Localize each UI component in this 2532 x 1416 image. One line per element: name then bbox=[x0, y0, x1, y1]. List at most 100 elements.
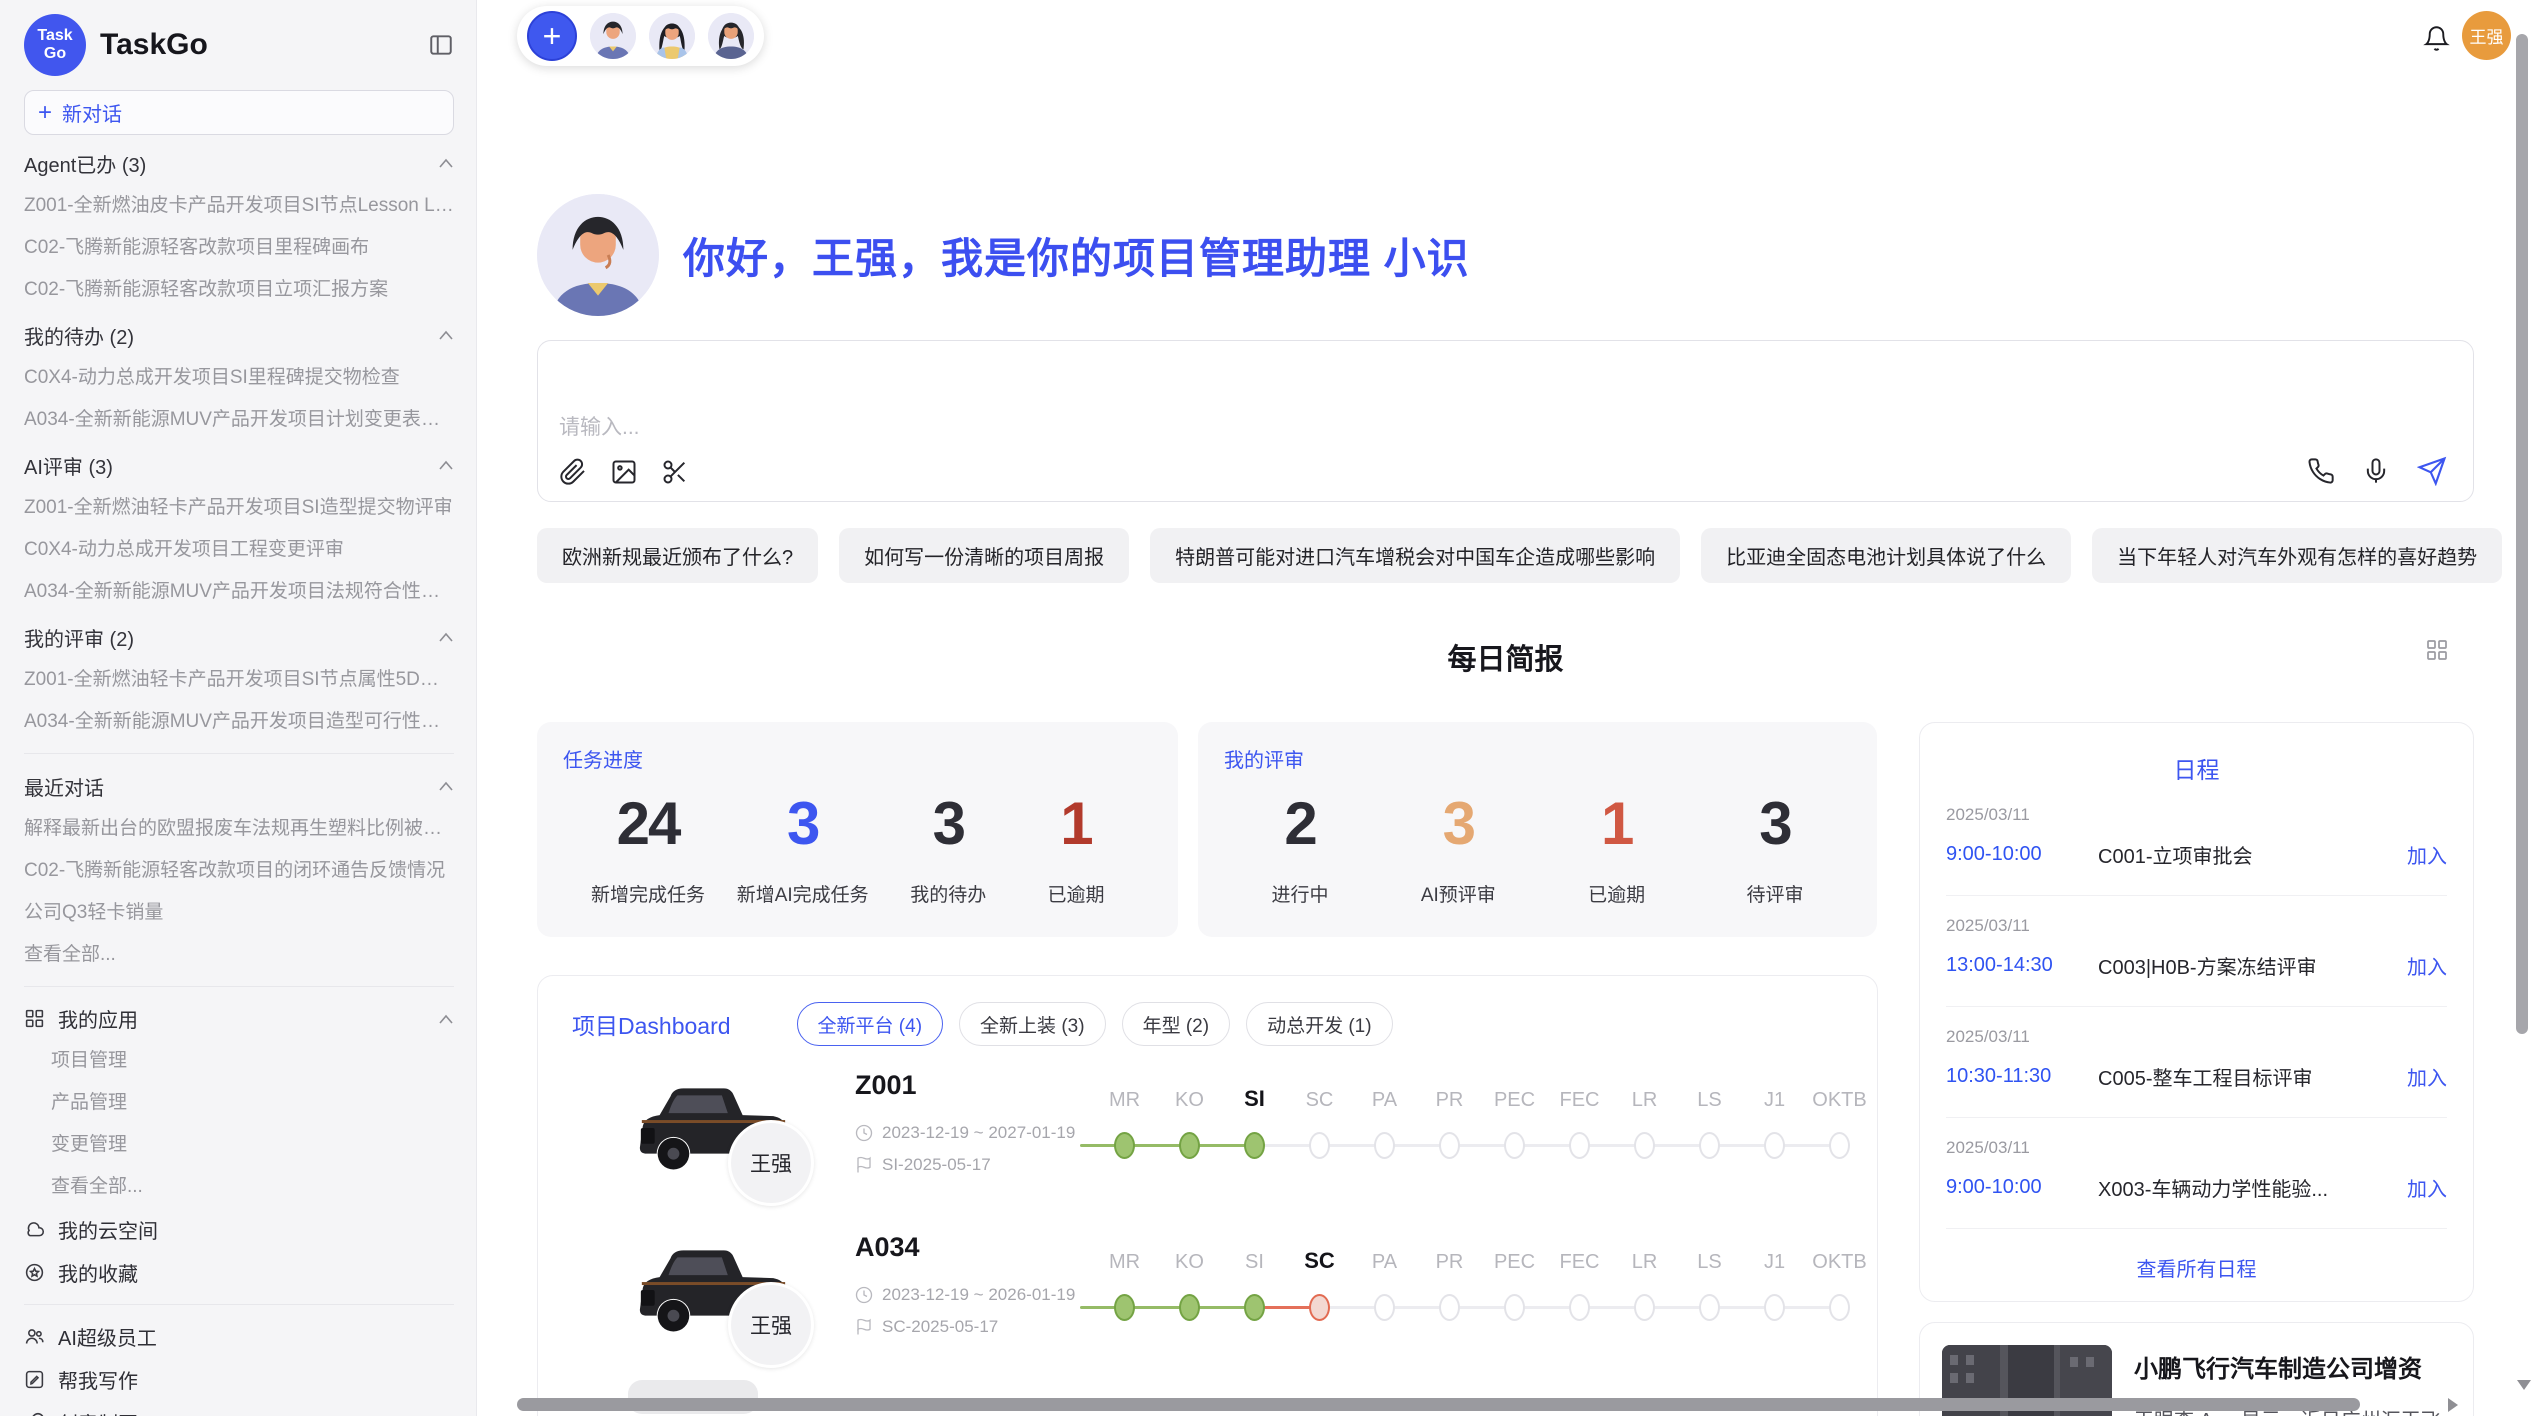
sidebar-item-ai-employee[interactable]: AI超级员工 bbox=[24, 1315, 454, 1358]
stat-label: 已逾期 bbox=[1569, 880, 1665, 907]
sidebar-collapse-icon[interactable] bbox=[428, 32, 454, 58]
microphone-icon[interactable] bbox=[2362, 457, 2390, 485]
stat-value: 3 bbox=[1727, 789, 1823, 858]
horizontal-scrollbar[interactable] bbox=[517, 1398, 2360, 1411]
join-link[interactable]: 加入 bbox=[2407, 1173, 2447, 1202]
list-item[interactable]: Z001-全新燃油轻卡产品开发项目SI节点属性5D文件评审 bbox=[24, 659, 454, 701]
assistant-avatar bbox=[537, 194, 659, 316]
agent-avatar-2[interactable] bbox=[649, 13, 695, 59]
milestone-dot-done bbox=[1179, 1294, 1200, 1321]
sidebar-item-my-apps[interactable]: 我的应用 bbox=[24, 997, 454, 1040]
chevron-up-icon[interactable] bbox=[438, 157, 454, 169]
list-item[interactable]: A034-全新新能源MUV产品开发项目法规符合性评审 bbox=[24, 571, 454, 613]
milestone-label: FEC bbox=[1547, 1251, 1612, 1274]
chevron-up-icon[interactable] bbox=[438, 631, 454, 643]
join-link[interactable]: 加入 bbox=[2407, 951, 2447, 980]
project-row[interactable]: 王强 Z001 2023-12-19 ~ 2027-01-19 bbox=[572, 1064, 1843, 1214]
add-agent-button[interactable]: + bbox=[527, 11, 577, 61]
list-item[interactable]: C02-飞腾新能源轻客改款项目的闭环通告反馈情况 bbox=[24, 850, 454, 892]
greeting-block: 你好，王强，我是你的项目管理助理 小识 bbox=[537, 194, 1470, 316]
attachment-icon[interactable] bbox=[559, 458, 587, 486]
sidebar-item-help-write[interactable]: 帮我写作 bbox=[24, 1358, 454, 1401]
view-all-schedule-link[interactable]: 查看所有日程 bbox=[1946, 1253, 2447, 1282]
milestone-line-done bbox=[1080, 1306, 1254, 1309]
section-header-recent-chats[interactable]: 最近对话 bbox=[24, 764, 454, 808]
layout-grid-icon[interactable] bbox=[2425, 638, 2449, 662]
list-item[interactable]: 解释最新出台的欧盟报废车法规再生塑料比例被调至15%... bbox=[24, 808, 454, 850]
daily-briefing-header: 每日简报 bbox=[537, 636, 2474, 678]
app-logo: Task Go bbox=[24, 14, 86, 76]
section-header-ai-review[interactable]: AI评审 (3) bbox=[24, 443, 454, 487]
send-icon[interactable] bbox=[2417, 456, 2447, 486]
scroll-right-arrow[interactable] bbox=[2448, 1398, 2458, 1412]
suggestion-chip[interactable]: 特朗普可能对进口汽车增税会对中国车企造成哪些影响 bbox=[1150, 528, 1680, 583]
view-all-apps[interactable]: 查看全部... bbox=[24, 1166, 454, 1208]
suggestion-chip[interactable]: 欧洲新规最近颁布了什么? bbox=[537, 528, 818, 583]
project-row[interactable]: 王强 A034 2023-12-19 ~ 2026-01-19 bbox=[572, 1226, 1843, 1376]
view-all-chats[interactable]: 查看全部... bbox=[24, 934, 454, 976]
avatar-illustration bbox=[537, 194, 659, 316]
schedule-item: 2025/03/11 13:00-14:30 C003|H0B-方案冻结评审 加… bbox=[1946, 896, 2447, 1007]
section-header-agent-done[interactable]: Agent已办 (3) bbox=[24, 141, 454, 185]
list-item[interactable]: Z001-全新燃油轻卡产品开发项目SI造型提交物评审 bbox=[24, 487, 454, 529]
join-link[interactable]: 加入 bbox=[2407, 1062, 2447, 1091]
section-header-my-review[interactable]: 我的评审 (2) bbox=[24, 615, 454, 659]
sidebar-item-change-mgmt[interactable]: 变更管理 bbox=[24, 1124, 454, 1166]
list-item[interactable]: A034-全新新能源MUV产品开发项目造型可行性评审 bbox=[24, 701, 454, 743]
stat: 1 已逾期 bbox=[1569, 789, 1665, 907]
milestone-label: MR bbox=[1092, 1251, 1157, 1274]
section-header-my-todo[interactable]: 我的待办 (2) bbox=[24, 313, 454, 357]
sidebar-item-label: 我的云空间 bbox=[58, 1215, 158, 1244]
suggestion-chip[interactable]: 比亚迪全固态电池计划具体说了什么 bbox=[1701, 528, 2071, 583]
suggestion-chips: 欧洲新规最近颁布了什么? 如何写一份清晰的项目周报 特朗普可能对进口汽车增税会对… bbox=[537, 528, 2502, 583]
suggestion-chip[interactable]: 当下年轻人对汽车外观有怎样的喜好趋势 bbox=[2092, 528, 2502, 583]
sidebar-item-creative-draw[interactable]: 创意制图 bbox=[24, 1401, 454, 1416]
notification-bell-icon[interactable] bbox=[2423, 25, 2450, 52]
plus-icon: + bbox=[38, 101, 52, 125]
new-chat-button[interactable]: + 新对话 bbox=[24, 90, 454, 135]
schedule-event: C001-立项审批会 bbox=[2098, 840, 2407, 869]
sidebar-item-cloud-space[interactable]: 我的云空间 bbox=[24, 1208, 454, 1251]
list-item[interactable]: C02-飞腾新能源轻客改款项目里程碑画布 bbox=[24, 227, 454, 269]
chevron-up-icon[interactable] bbox=[438, 329, 454, 341]
suggestion-chip[interactable]: 如何写一份清晰的项目周报 bbox=[839, 528, 1129, 583]
user-avatar[interactable]: 王强 bbox=[2462, 11, 2511, 60]
list-item[interactable]: 公司Q3轻卡销量 bbox=[24, 892, 454, 934]
list-item[interactable]: Z001-全新燃油皮卡产品开发项目SI节点Lesson Learn报告 bbox=[24, 185, 454, 227]
stat-value: 2 bbox=[1252, 789, 1348, 858]
phone-icon[interactable] bbox=[2307, 457, 2335, 485]
filter-tab[interactable]: 年型 (2) bbox=[1122, 1002, 1231, 1046]
agent-avatar-3[interactable] bbox=[708, 13, 754, 59]
sidebar-item-project-mgmt[interactable]: 项目管理 bbox=[24, 1040, 454, 1082]
chevron-up-icon[interactable] bbox=[438, 1013, 454, 1025]
milestone-dot-overdue bbox=[1309, 1294, 1330, 1321]
divider bbox=[24, 753, 454, 754]
scroll-down-arrow[interactable] bbox=[2517, 1380, 2531, 1390]
filter-tab[interactable]: 全新上装 (3) bbox=[959, 1002, 1106, 1046]
stat-value: 24 bbox=[591, 789, 705, 858]
chevron-up-icon[interactable] bbox=[438, 459, 454, 471]
stat: 3 我的待办 bbox=[900, 789, 996, 907]
list-item[interactable]: C0X4-动力总成开发项目工程变更评审 bbox=[24, 529, 454, 571]
image-icon[interactable] bbox=[610, 458, 638, 486]
list-item[interactable]: C0X4-动力总成开发项目SI里程碑提交物检查 bbox=[24, 357, 454, 399]
list-item[interactable]: A034-全新新能源MUV产品开发项目计划变更表编写 bbox=[24, 399, 454, 441]
filter-tab[interactable]: 动总开发 (1) bbox=[1246, 1002, 1393, 1046]
scissors-icon[interactable] bbox=[661, 458, 689, 486]
sidebar-item-label: 创意制图 bbox=[58, 1408, 138, 1416]
sidebar-item-product-mgmt[interactable]: 产品管理 bbox=[24, 1082, 454, 1124]
stat-label: 已逾期 bbox=[1028, 880, 1124, 907]
milestone-label-current: SI bbox=[1222, 1086, 1287, 1112]
vertical-scrollbar[interactable] bbox=[2516, 34, 2528, 1034]
chevron-up-icon[interactable] bbox=[438, 780, 454, 792]
stat-label: 待评审 bbox=[1727, 880, 1823, 907]
sidebar-item-label: AI超级员工 bbox=[58, 1322, 157, 1351]
list-item[interactable]: C02-飞腾新能源轻客改款项目立项汇报方案 bbox=[24, 269, 454, 311]
flag-icon bbox=[855, 1318, 873, 1336]
join-link[interactable]: 加入 bbox=[2407, 840, 2447, 869]
agent-avatar-1[interactable] bbox=[590, 13, 636, 59]
message-input-box[interactable]: 请输入... bbox=[537, 340, 2474, 502]
filter-tab-active[interactable]: 全新平台 (4) bbox=[797, 1002, 944, 1046]
schedule-date: 2025/03/11 bbox=[1946, 805, 2447, 825]
sidebar-item-favorites[interactable]: 我的收藏 bbox=[24, 1251, 454, 1294]
